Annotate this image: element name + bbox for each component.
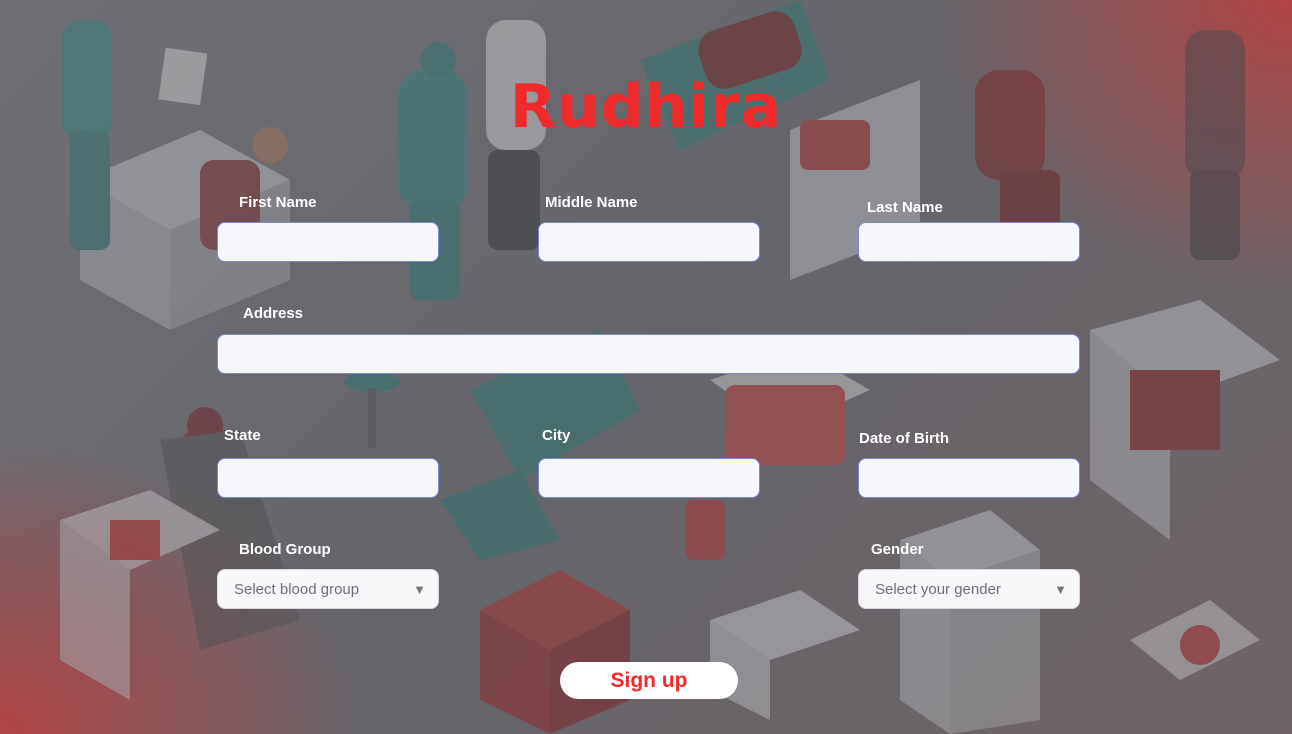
last-name-label: Last Name xyxy=(867,199,943,216)
sign-up-button[interactable]: Sign up xyxy=(560,662,738,699)
last-name-input[interactable] xyxy=(858,222,1080,262)
city-label: City xyxy=(542,427,571,444)
middle-name-input[interactable] xyxy=(538,222,760,262)
gender-select[interactable]: Select your gender ▼ xyxy=(858,569,1080,609)
middle-name-label: Middle Name xyxy=(545,194,638,211)
address-label: Address xyxy=(243,305,304,322)
date-of-birth-label: Date of Birth xyxy=(859,430,949,447)
address-input[interactable] xyxy=(217,334,1080,374)
city-input[interactable] xyxy=(538,458,760,498)
first-name-input[interactable] xyxy=(217,222,439,262)
app-title: Rudhira xyxy=(509,72,783,142)
blood-group-label: Blood Group xyxy=(239,541,331,558)
first-name-label: First Name xyxy=(239,194,317,211)
blood-group-selected-value: Select blood group xyxy=(234,580,360,598)
state-input[interactable] xyxy=(217,458,439,498)
state-label: State xyxy=(224,427,261,444)
gender-label: Gender xyxy=(871,541,924,558)
chevron-down-icon: ▼ xyxy=(413,581,426,597)
date-of-birth-input[interactable] xyxy=(858,458,1080,498)
chevron-down-icon: ▼ xyxy=(1054,581,1067,597)
gender-selected-value: Select your gender xyxy=(875,580,1001,598)
blood-group-select[interactable]: Select blood group ▼ xyxy=(217,569,439,609)
